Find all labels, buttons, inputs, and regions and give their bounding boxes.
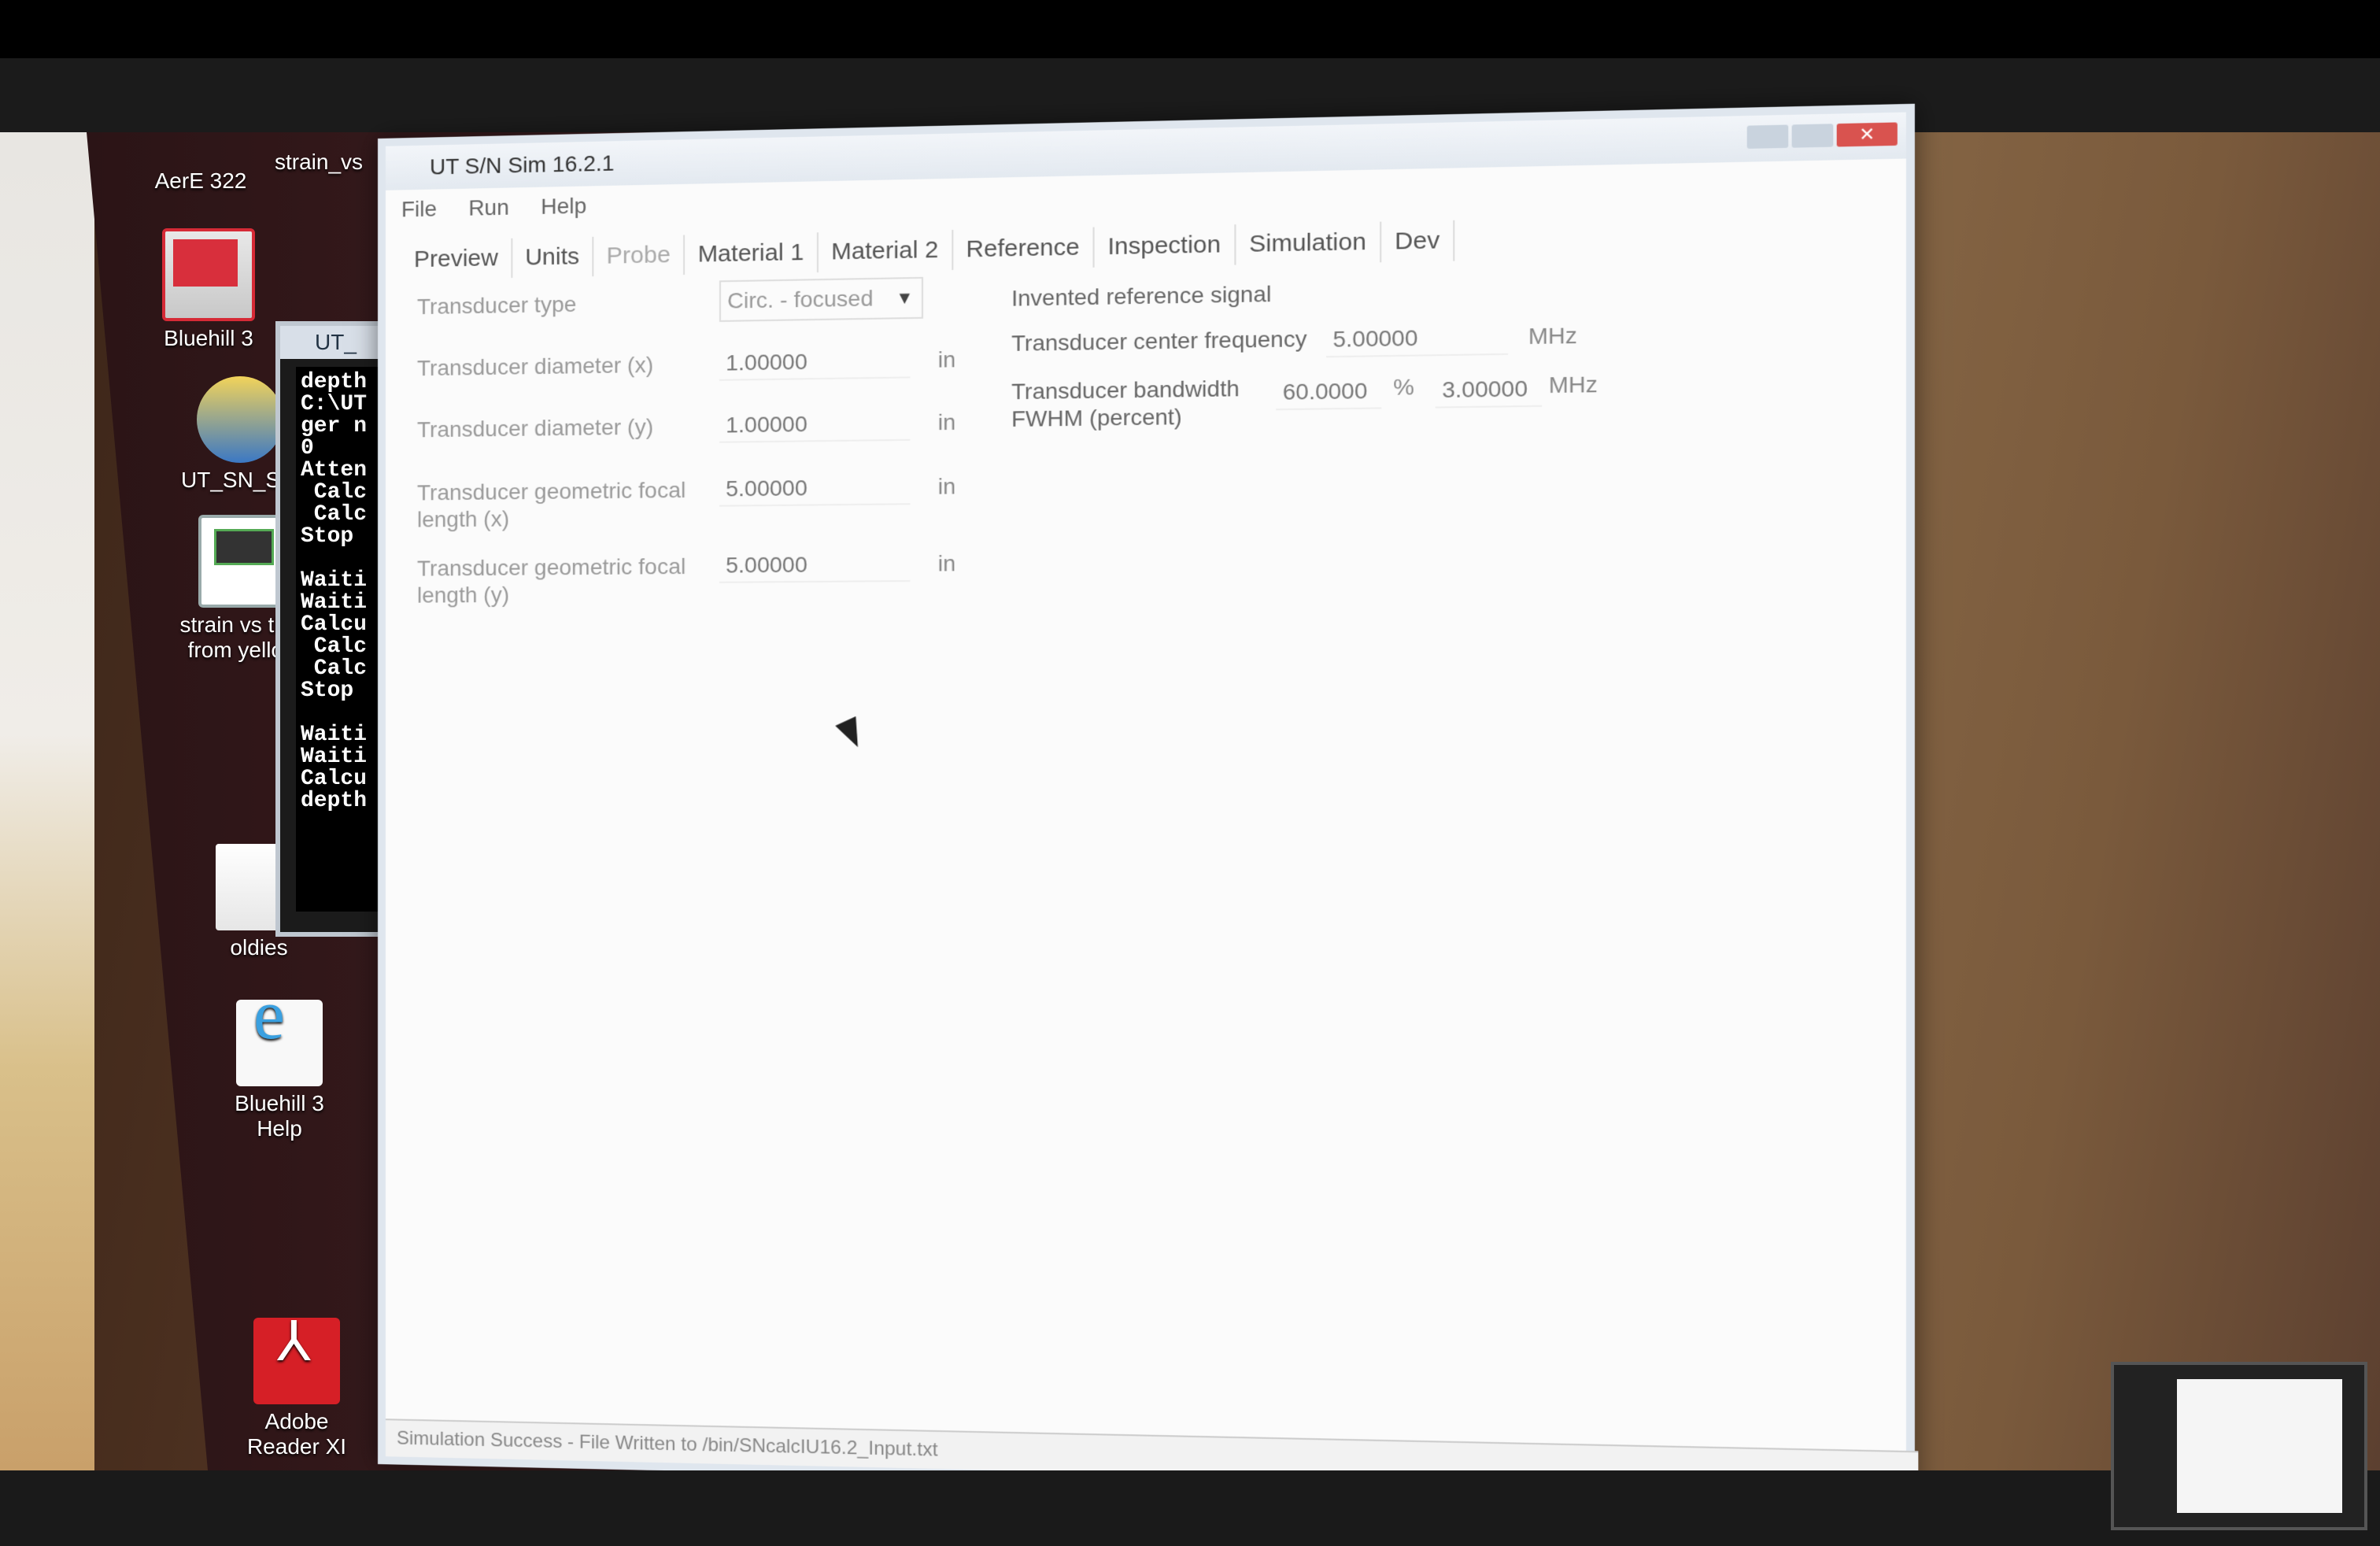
probe-panel: Transducer type Circ. - focused ▼ Transd…: [386, 253, 1906, 1379]
bandwidth-mhz-field[interactable]: 3.00000: [1435, 372, 1543, 409]
center-frequency-field[interactable]: 5.00000: [1325, 320, 1509, 358]
reference-section-title: Invented reference signal: [1011, 281, 1272, 311]
tab-simulation[interactable]: Simulation: [1236, 221, 1382, 265]
desktop-icon-label: strain_vs: [274, 150, 364, 174]
focal-y-unit: in: [937, 550, 956, 576]
diameter-y-label: Transducer diameter (y): [416, 414, 654, 442]
tab-inspection[interactable]: Inspection: [1094, 224, 1236, 268]
diameter-x-label: Transducer diameter (x): [416, 352, 654, 381]
bandwidth-percent-field[interactable]: 60.0000: [1276, 375, 1382, 411]
desktop-icon-label: Bluehill 3: [164, 326, 253, 350]
menu-help[interactable]: Help: [541, 194, 586, 220]
tab-material-1[interactable]: Material 1: [685, 232, 819, 276]
help-browser-icon: [236, 1000, 323, 1086]
minimize-button[interactable]: [1746, 124, 1789, 149]
python-script-icon: [197, 376, 283, 463]
pdf-reader-icon: [253, 1318, 340, 1404]
tab-units[interactable]: Units: [512, 236, 594, 278]
focal-y-field[interactable]: 5.00000: [719, 548, 911, 583]
mouse-cursor-icon: [835, 716, 869, 753]
chevron-down-icon: ▼: [896, 287, 914, 309]
desktop-icon-label: oldies: [230, 935, 288, 960]
desktop-icon-bluehill-3[interactable]: Bluehill 3: [150, 228, 268, 351]
close-button[interactable]: ✕: [1836, 122, 1898, 147]
desktop-icon-bluehill-help[interactable]: Bluehill 3 Help: [220, 1000, 338, 1141]
transducer-type-value: Circ. - focused: [727, 286, 874, 313]
photo-top-border: [0, 0, 2380, 58]
menu-run[interactable]: Run: [468, 195, 509, 221]
thumbnail-window-preview: [2177, 1379, 2342, 1513]
photo-thumbnail[interactable]: [2111, 1362, 2367, 1530]
close-icon: ✕: [1859, 124, 1876, 145]
desktop-icon-label: Adobe Reader XI: [246, 1409, 347, 1459]
maximize-button[interactable]: [1791, 124, 1834, 148]
center-frequency-label: Transducer center frequency: [1011, 326, 1307, 357]
desktop-icon-label: AerE 322: [154, 168, 247, 193]
photo-bottom-border: [0, 1470, 2380, 1546]
desktop-icon-label: Bluehill 3 Help: [235, 1091, 324, 1141]
window-title: UT S/N Sim 16.2.1: [429, 150, 615, 179]
diameter-y-field[interactable]: 1.00000: [719, 407, 911, 443]
bandwidth-percent-symbol: %: [1393, 374, 1414, 400]
focal-x-unit: in: [937, 473, 956, 499]
diameter-y-unit: in: [937, 409, 956, 435]
tab-dev[interactable]: Dev: [1381, 220, 1455, 263]
tab-material-2[interactable]: Material 2: [818, 230, 953, 273]
transducer-type-select[interactable]: Circ. - focused ▼: [719, 276, 924, 322]
focal-x-field[interactable]: 5.00000: [719, 471, 911, 507]
bandwidth-label: Transducer bandwidth FWHM (percent): [1011, 375, 1240, 432]
desktop-icon-adobe-reader[interactable]: Adobe Reader XI: [238, 1318, 356, 1459]
background-wall: [0, 132, 94, 1470]
menu-file[interactable]: File: [401, 196, 437, 222]
transducer-type-label: Transducer type: [416, 291, 577, 320]
center-frequency-unit: MHz: [1528, 323, 1577, 350]
tab-probe[interactable]: Probe: [593, 235, 686, 277]
diameter-x-unit: in: [937, 346, 956, 372]
tab-reference[interactable]: Reference: [952, 227, 1095, 270]
app-window[interactable]: UT S/N Sim 16.2.1 ✕ File Run Help Previe…: [378, 103, 1919, 1500]
focal-x-label: Transducer geometric focal length (x): [416, 477, 686, 532]
focal-y-label: Transducer geometric focal length (y): [416, 553, 686, 608]
bluehill-app-icon: [162, 228, 255, 321]
folder-icon: [157, 132, 244, 164]
desktop-icon-aere-322[interactable]: AerE 322: [142, 132, 260, 194]
diameter-x-field[interactable]: 1.00000: [719, 344, 911, 381]
bandwidth-mhz-unit: MHz: [1548, 372, 1598, 398]
tab-preview[interactable]: Preview: [401, 238, 513, 280]
desktop-icon-strain-vs[interactable]: strain_vs: [268, 150, 370, 175]
window-controls: ✕: [1746, 122, 1898, 149]
